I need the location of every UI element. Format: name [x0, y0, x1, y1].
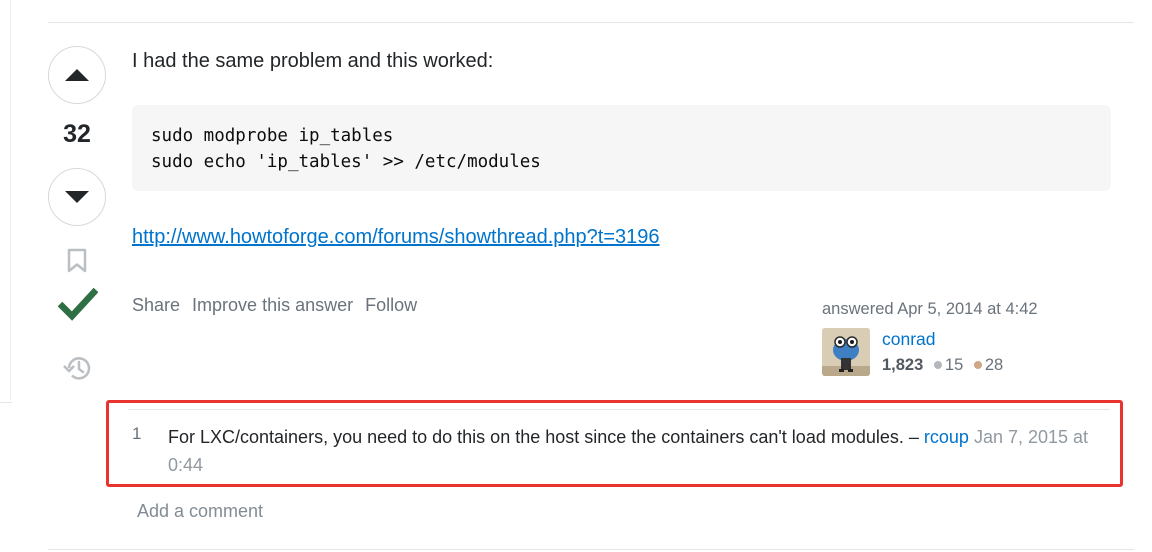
follow-link[interactable]: Follow [365, 295, 417, 316]
add-comment-link[interactable]: Add a comment [137, 501, 263, 522]
share-link[interactable]: Share [132, 295, 180, 316]
answered-time: answered Apr 5, 2014 at 4:42 [822, 300, 1038, 318]
triangle-up-icon [65, 69, 89, 81]
silver-badge-icon [933, 361, 942, 369]
code-block: sudo modprobe ip_tables sudo echo 'ip_ta… [132, 105, 1111, 191]
user-stats: 1,823 15 28 [882, 353, 1003, 377]
silver-badge-count: 15 [944, 356, 964, 374]
answer-text: I had the same problem and this worked: [132, 50, 494, 72]
improve-answer-link[interactable]: Improve this answer [192, 295, 353, 316]
upvote-button[interactable] [48, 46, 106, 104]
bookmark-button[interactable] [66, 248, 88, 274]
bronze-badge-icon [973, 361, 982, 369]
post-menu: Share Improve this answer Follow [132, 295, 417, 316]
left-border [10, 0, 11, 400]
bottom-divider [48, 549, 1134, 550]
checkmark-icon [57, 287, 99, 321]
user-name-link[interactable]: conrad [882, 328, 1003, 350]
avatar-image [822, 328, 870, 376]
left-stub-line [0, 402, 12, 403]
source-link[interactable]: http://www.howtoforge.com/forums/showthr… [132, 226, 660, 249]
top-divider [48, 22, 1134, 23]
avatar[interactable] [822, 328, 870, 376]
timeline-button[interactable] [62, 354, 92, 382]
downvote-button[interactable] [48, 168, 106, 226]
history-icon [63, 357, 91, 380]
user-card: answered Apr 5, 2014 at 4:42 conrad 1,82… [822, 300, 1082, 377]
triangle-down-icon [65, 191, 89, 203]
comment-highlight-box [106, 400, 1123, 487]
reputation-score: 1,823 [882, 356, 924, 374]
bookmark-icon [67, 248, 87, 273]
bronze-badge-count: 28 [984, 356, 1004, 374]
vote-count: 32 [63, 120, 91, 148]
accepted-answer-indicator [57, 285, 99, 321]
